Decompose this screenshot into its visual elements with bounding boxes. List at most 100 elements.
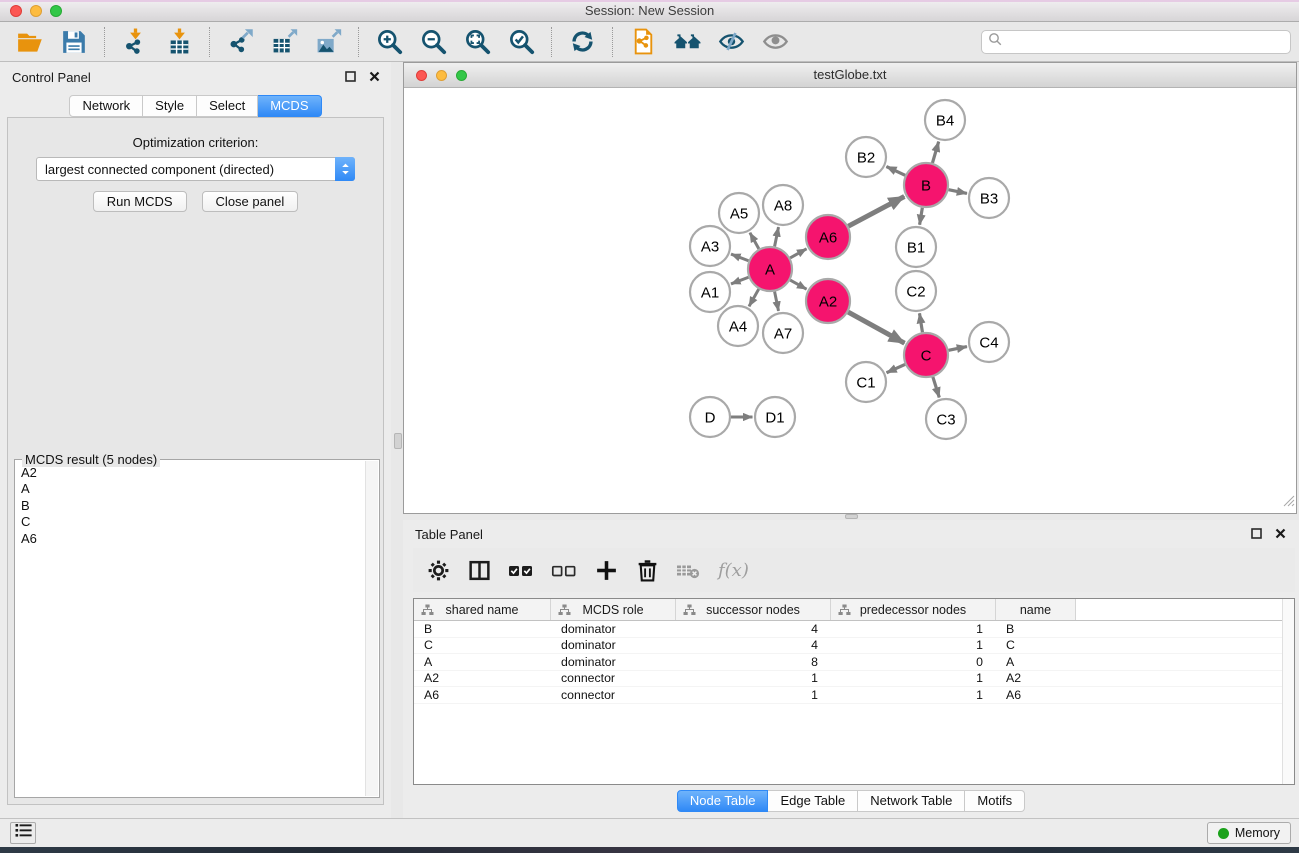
tab-mcds[interactable]: MCDS [258, 95, 321, 117]
node-A3[interactable]: A3 [690, 226, 730, 266]
table-row[interactable]: A2connector11A2 [414, 671, 1294, 688]
table-tab-motifs[interactable]: Motifs [965, 790, 1025, 812]
column-header-name[interactable]: name [996, 599, 1076, 620]
task-history-button[interactable] [10, 822, 36, 844]
edge-A6-B[interactable] [848, 196, 904, 226]
network-document-icon[interactable] [621, 25, 665, 59]
table-cell[interactable]: connector [551, 671, 676, 685]
column-header-successor-nodes[interactable]: successor nodes [676, 599, 831, 620]
node-C4[interactable]: C4 [969, 322, 1009, 362]
tab-select[interactable]: Select [197, 95, 258, 117]
network-zoom-button[interactable] [456, 70, 467, 81]
edge-A-A3[interactable] [731, 254, 749, 261]
table-row[interactable]: Bdominator41B [414, 621, 1294, 638]
table-row[interactable]: Cdominator41C [414, 638, 1294, 655]
table-cell[interactable]: A2 [414, 671, 551, 685]
close-panel-icon[interactable] [368, 70, 381, 83]
node-B2[interactable]: B2 [846, 137, 886, 177]
table-cell[interactable]: A6 [996, 688, 1076, 702]
node-C3[interactable]: C3 [926, 399, 966, 439]
table-cell[interactable]: B [414, 622, 551, 636]
import-table-icon[interactable] [157, 25, 201, 59]
edge-A-A7[interactable] [775, 292, 779, 311]
node-A2[interactable]: A2 [806, 279, 850, 323]
table-scrollbar[interactable] [1282, 599, 1294, 784]
edge-B-B1[interactable] [920, 208, 923, 225]
select-all-columns-icon[interactable] [507, 557, 535, 583]
node-C2[interactable]: C2 [896, 271, 936, 311]
show-columns-icon[interactable] [466, 557, 492, 583]
criterion-select[interactable]: largest connected component (directed) [36, 157, 355, 181]
node-A8[interactable]: A8 [763, 185, 803, 225]
vertical-splitter-handle[interactable] [394, 433, 402, 449]
table-cell[interactable]: 8 [676, 655, 831, 669]
table-cell[interactable]: 1 [831, 688, 996, 702]
import-network-icon[interactable] [113, 25, 157, 59]
node-A6[interactable]: A6 [806, 215, 850, 259]
mcds-result-item[interactable]: B [21, 498, 365, 514]
edge-A-A1[interactable] [731, 277, 749, 284]
edge-A-A2[interactable] [790, 280, 806, 289]
node-A7[interactable]: A7 [763, 313, 803, 353]
table-cell[interactable]: 1 [831, 671, 996, 685]
table-cell[interactable]: B [996, 622, 1076, 636]
tab-style[interactable]: Style [143, 95, 197, 117]
open-session-icon[interactable] [8, 25, 52, 59]
result-scrollbar[interactable] [365, 461, 378, 796]
mcds-result-item[interactable]: A [21, 481, 365, 497]
refresh-icon[interactable] [560, 25, 604, 59]
node-B1[interactable]: B1 [896, 227, 936, 267]
horizontal-splitter-handle[interactable] [845, 514, 858, 519]
node-A5[interactable]: A5 [719, 193, 759, 233]
edge-A-A6[interactable] [790, 249, 806, 258]
edge-A2-C[interactable] [848, 312, 904, 343]
table-tab-edge-table[interactable]: Edge Table [768, 790, 858, 812]
tab-network[interactable]: Network [69, 95, 143, 117]
node-C1[interactable]: C1 [846, 362, 886, 402]
column-header-predecessor-nodes[interactable]: predecessor nodes [831, 599, 996, 620]
mcds-result-item[interactable]: A6 [21, 531, 365, 547]
table-cell[interactable]: A2 [996, 671, 1076, 685]
table-cell[interactable]: 0 [831, 655, 996, 669]
close-window-button[interactable] [10, 5, 22, 17]
resize-grip[interactable] [1282, 494, 1295, 512]
table-cell[interactable]: 1 [676, 671, 831, 685]
search-input[interactable] [981, 30, 1291, 54]
column-header-mcds-role[interactable]: MCDS role [551, 599, 676, 620]
zoom-in-icon[interactable] [367, 25, 411, 59]
mcds-result-item[interactable]: A2 [21, 465, 365, 481]
table-cell[interactable]: A [996, 655, 1076, 669]
save-session-icon[interactable] [52, 25, 96, 59]
table-float-panel-icon[interactable] [1250, 527, 1263, 540]
show-graphics-icon[interactable] [753, 25, 797, 59]
node-A1[interactable]: A1 [690, 272, 730, 312]
delete-column-icon[interactable] [634, 557, 660, 583]
edge-A-A8[interactable] [775, 227, 779, 246]
table-cell[interactable]: 1 [676, 688, 831, 702]
table-cell[interactable]: A6 [414, 688, 551, 702]
node-D[interactable]: D [690, 397, 730, 437]
edge-B-B4[interactable] [932, 142, 938, 163]
network-minimize-button[interactable] [436, 70, 447, 81]
node-D1[interactable]: D1 [755, 397, 795, 437]
edge-B-B3[interactable] [949, 190, 967, 194]
table-cell[interactable]: dominator [551, 638, 676, 652]
table-tab-node-table[interactable]: Node Table [677, 790, 769, 812]
edge-B-B2[interactable] [886, 167, 905, 176]
export-image-icon[interactable] [306, 25, 350, 59]
zoom-window-button[interactable] [50, 5, 62, 17]
table-row[interactable]: Adominator80A [414, 654, 1294, 671]
node-A[interactable]: A [748, 247, 792, 291]
zoom-selected-icon[interactable] [499, 25, 543, 59]
table-row[interactable]: A6connector11A6 [414, 687, 1294, 704]
export-table-icon[interactable] [262, 25, 306, 59]
table-cell[interactable]: 4 [676, 638, 831, 652]
table-cell[interactable]: C [414, 638, 551, 652]
memory-button[interactable]: Memory [1207, 822, 1291, 844]
table-cell[interactable]: 1 [831, 622, 996, 636]
table-tab-network-table[interactable]: Network Table [858, 790, 965, 812]
network-canvas[interactable]: AA1A2A3A4A5A6A7A8BB1B2B3B4CC1C2C3C4DD1 [404, 88, 1296, 513]
table-cell[interactable]: dominator [551, 655, 676, 669]
node-A4[interactable]: A4 [718, 306, 758, 346]
mcds-result-item[interactable]: C [21, 514, 365, 530]
